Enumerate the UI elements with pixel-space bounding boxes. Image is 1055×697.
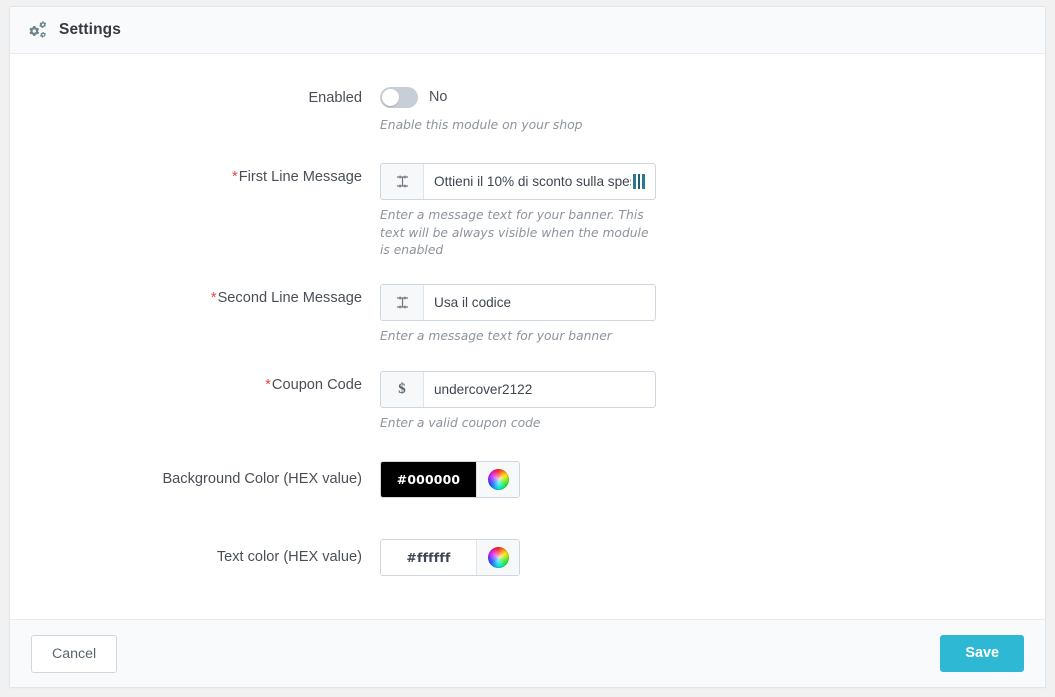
label-text-color: Text color (HEX value)	[10, 539, 380, 567]
label-second-line: *Second Line Message	[10, 284, 380, 308]
lang-bar	[637, 173, 641, 189]
lang-bar	[633, 173, 636, 189]
settings-form: Enabled No Enable this module on your sh…	[10, 54, 1045, 619]
settings-card: Settings Enabled No Enable this module o…	[9, 6, 1046, 688]
help-coupon: Enter a valid coupon code	[380, 416, 541, 431]
page-title: Settings	[59, 21, 121, 38]
enabled-toggle-value: No	[429, 89, 448, 105]
enabled-switch-line: No	[380, 84, 1045, 110]
control-coupon: $ undercover2122 Enter a valid coupon co…	[380, 371, 1045, 433]
form-row-first-line: *First Line Message Ottieni il 10% di sc…	[10, 162, 1045, 260]
label-coupon: *Coupon Code	[10, 371, 380, 395]
coupon-value: undercover2122	[434, 382, 533, 398]
color-wheel-icon	[487, 468, 509, 490]
label-background-color-text: Background Color (HEX value)	[162, 470, 362, 487]
label-enabled-text: Enabled	[308, 90, 362, 106]
control-background-color: #000000	[380, 460, 1045, 498]
card-footer: Cancel Save	[10, 619, 1045, 687]
label-second-line-text: Second Line Message	[217, 290, 362, 307]
form-row-coupon: *Coupon Code $ undercover2122 Enter a va…	[10, 371, 1045, 433]
form-row-enabled: Enabled No Enable this module on your sh…	[10, 84, 1045, 135]
form-row-background-color: Background Color (HEX value) #000000	[10, 460, 1045, 498]
text-format-icon	[381, 163, 424, 199]
text-format-icon	[381, 285, 424, 321]
color-wheel-icon	[487, 546, 509, 568]
text-color-group[interactable]: #ffffff	[380, 538, 520, 576]
form-row-second-line: *Second Line Message Usa il codice Enter…	[10, 284, 1045, 346]
required-asterisk: *	[265, 377, 271, 394]
label-first-line-text: First Line Message	[238, 168, 362, 185]
label-text-color-text: Text color (HEX value)	[216, 548, 362, 565]
cancel-button[interactable]: Cancel	[31, 634, 118, 673]
first-line-input-group[interactable]: Ottieni il 10% di sconto sulla spesa	[380, 162, 656, 200]
label-coupon-text: Coupon Code	[271, 377, 362, 394]
help-first-line: Enter a message text for your banner. Th…	[380, 207, 649, 258]
help-enabled: Enable this module on your shop	[380, 118, 583, 132]
first-line-input[interactable]: Ottieni il 10% di sconto sulla spesa	[424, 164, 655, 199]
text-color-picker-button[interactable]	[476, 539, 519, 575]
coupon-input-group[interactable]: $ undercover2122	[380, 371, 656, 409]
control-first-line: Ottieni il 10% di sconto sulla spesa Ent…	[380, 162, 1045, 260]
enabled-toggle[interactable]	[380, 86, 418, 108]
page-background: Settings Enabled No Enable this module o…	[0, 0, 1055, 697]
control-enabled: No Enable this module on your shop	[380, 84, 1045, 135]
first-line-value: Ottieni il 10% di sconto sulla spesa	[434, 173, 631, 189]
toggle-knob	[382, 88, 399, 106]
required-asterisk: *	[232, 168, 238, 185]
second-line-input[interactable]: Usa il codice	[424, 285, 655, 320]
help-second-line: Enter a message text for your banner	[380, 329, 612, 344]
background-color-input[interactable]: #000000	[381, 461, 476, 497]
second-line-input-group[interactable]: Usa il codice	[380, 284, 656, 322]
form-row-text-color: Text color (HEX value) #ffffff	[10, 538, 1045, 576]
second-line-value: Usa il codice	[434, 295, 512, 311]
save-button[interactable]: Save	[940, 635, 1024, 672]
background-color-group[interactable]: #000000	[380, 460, 520, 498]
label-enabled: Enabled	[10, 84, 380, 108]
label-background-color: Background Color (HEX value)	[10, 461, 380, 489]
label-first-line: *First Line Message	[10, 163, 380, 187]
language-indicator-icon[interactable]	[633, 173, 645, 189]
control-second-line: Usa il codice Enter a message text for y…	[380, 284, 1045, 346]
lang-bar	[642, 173, 645, 189]
card-header: Settings	[10, 7, 1045, 54]
dollar-icon: $	[381, 372, 424, 408]
coupon-input[interactable]: undercover2122	[424, 372, 655, 407]
control-text-color: #ffffff	[380, 538, 1045, 576]
cogs-icon	[28, 20, 48, 41]
background-color-picker-button[interactable]	[476, 461, 519, 497]
required-asterisk: *	[210, 290, 217, 307]
text-color-input[interactable]: #ffffff	[381, 539, 476, 575]
